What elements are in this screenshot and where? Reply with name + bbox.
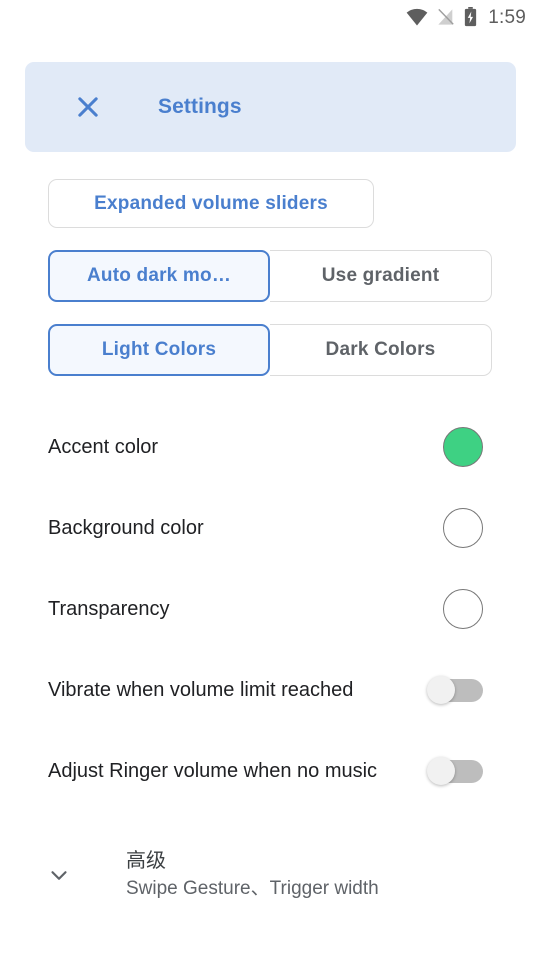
- preference-list: Accent color Background color Transparen…: [0, 406, 540, 811]
- pref-row-transparency[interactable]: Transparency: [0, 568, 540, 649]
- close-icon[interactable]: [73, 92, 103, 122]
- background-color-swatch[interactable]: [443, 507, 483, 548]
- segment-dark-colors-label: Dark Colors: [325, 339, 436, 360]
- advanced-section-text: 高级 Swipe Gesture、Trigger width: [126, 848, 379, 903]
- status-time: 1:59: [488, 6, 526, 28]
- expanded-volume-sliders-button[interactable]: Expanded volume sliders: [48, 179, 374, 228]
- settings-header: Settings: [25, 62, 516, 152]
- pref-row-vibrate-volume-limit[interactable]: Vibrate when volume limit reached: [0, 649, 540, 730]
- vibrate-volume-limit-toggle[interactable]: [427, 675, 483, 704]
- pref-label-vibrate-volume-limit: Vibrate when volume limit reached: [48, 678, 354, 701]
- segment-use-gradient-label: Use gradient: [321, 265, 440, 286]
- pref-label-accent-color: Accent color: [48, 435, 159, 458]
- segment-light-colors[interactable]: Light Colors: [48, 324, 270, 376]
- color-scheme-group: Light Colors Dark Colors: [48, 324, 492, 376]
- signal-disabled-icon: [437, 8, 455, 26]
- segment-auto-dark-mode-label: Auto dark mo…: [86, 265, 232, 286]
- expanded-volume-sliders-label: Expanded volume sliders: [94, 192, 328, 214]
- pref-row-adjust-ringer-volume[interactable]: Adjust Ringer volume when no music: [0, 730, 540, 811]
- advanced-section-title: 高级: [126, 849, 166, 872]
- pref-row-background-color[interactable]: Background color: [0, 487, 540, 568]
- accent-color-swatch[interactable]: [443, 426, 483, 467]
- battery-charging-icon: [464, 7, 477, 27]
- advanced-section-subtitle: Swipe Gesture、Trigger width: [126, 877, 379, 899]
- pref-label-adjust-ringer-volume: Adjust Ringer volume when no music: [48, 759, 378, 782]
- advanced-section-row[interactable]: 高级 Swipe Gesture、Trigger width: [0, 833, 540, 917]
- status-bar: 1:59: [0, 0, 540, 34]
- controls-section: Expanded volume sliders Auto dark mo… Us…: [0, 179, 540, 376]
- segment-auto-dark-mode[interactable]: Auto dark mo…: [48, 250, 270, 302]
- page-title: Settings: [158, 95, 242, 118]
- segment-use-gradient[interactable]: Use gradient: [270, 250, 492, 302]
- toggle-thumb: [427, 675, 455, 704]
- chevron-down-icon[interactable]: [44, 860, 74, 890]
- wifi-icon: [406, 8, 428, 26]
- pref-label-background-color: Background color: [48, 516, 204, 539]
- transparency-swatch[interactable]: [443, 588, 483, 629]
- toggle-thumb: [427, 756, 455, 785]
- segment-dark-colors[interactable]: Dark Colors: [270, 324, 492, 376]
- segment-light-colors-label: Light Colors: [101, 339, 217, 360]
- pref-label-transparency: Transparency: [48, 597, 170, 620]
- pref-row-accent-color[interactable]: Accent color: [0, 406, 540, 487]
- dark-mode-gradient-group: Auto dark mo… Use gradient: [48, 250, 492, 302]
- adjust-ringer-volume-toggle[interactable]: [427, 756, 483, 785]
